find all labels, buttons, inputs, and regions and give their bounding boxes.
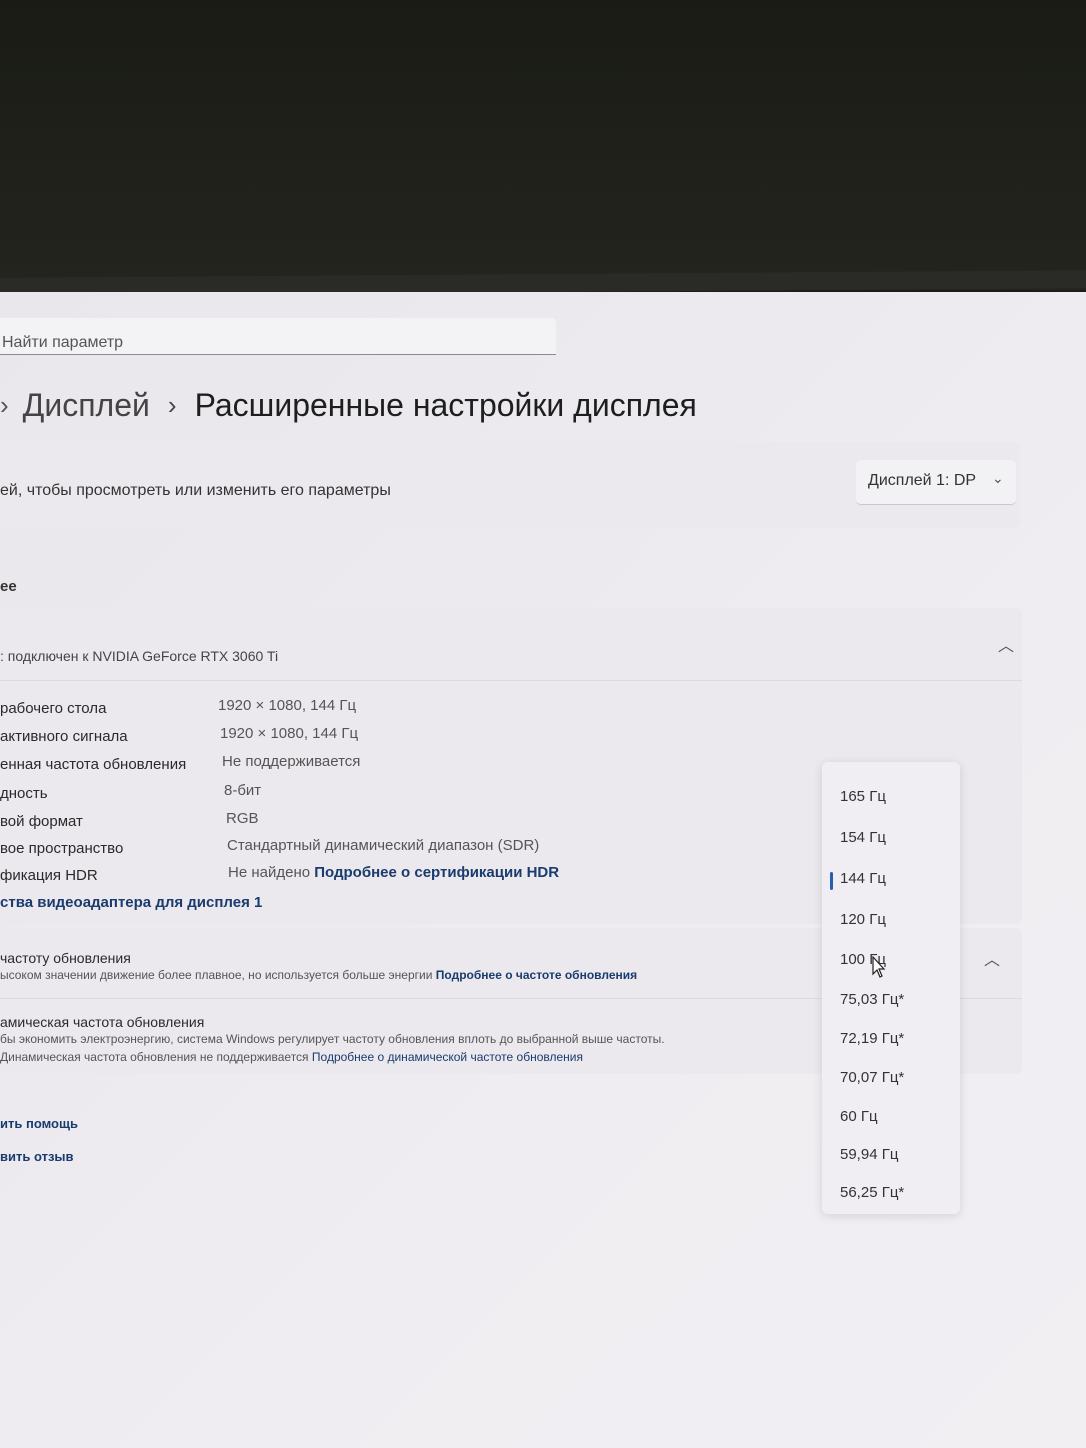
info-value: RGB [226,810,259,827]
info-label: рабочего стола [0,700,107,717]
breadcrumb-display-link[interactable]: Дисплей [23,387,150,424]
settings-window: Найти параметр › Дисплей › Расширенные н… [0,292,1086,1448]
info-label: вое пространство [0,840,124,857]
refresh-option[interactable]: 70,07 Гц* [840,1069,904,1086]
search-placeholder: Найти параметр [2,334,124,351]
display-select-card: ей, чтобы просмотреть или изменить его п… [0,442,1020,528]
section-heading: ее [0,578,17,595]
info-label: активного сигнала [0,728,128,745]
hdr-status: Не найдено [228,864,311,881]
refresh-option[interactable]: 75,03 Гц* [840,991,904,1008]
hdr-certification-link[interactable]: Подробнее о сертификации HDR [314,864,559,881]
info-value: 1920 × 1080, 144 Гц [220,725,359,742]
info-label: енная частота обновления [0,756,187,773]
chevron-right-icon: › [0,389,9,420]
monitor-bezel [0,0,1086,290]
chevron-right-icon: › [167,389,177,420]
dynamic-refresh-status: Динамическая частота обновления не подде… [0,1050,583,1064]
refresh-rate-title: частоту обновления [0,950,131,966]
give-feedback-link[interactable]: вить отзыв [0,1149,74,1164]
chevron-down-icon: ⌄ [992,470,1004,486]
refresh-option[interactable]: 165 Гц [840,788,886,805]
refresh-rate-description: ысоком значении движение более плавное, … [0,968,637,982]
mouse-cursor-icon [872,956,886,978]
breadcrumb: › Дисплей › Расширенные настройки диспле… [0,380,697,430]
dynamic-refresh-title: амическая частота обновления [0,1014,205,1030]
refresh-option[interactable]: 72,19 Гц* [840,1030,904,1047]
refresh-option[interactable]: 60 Гц [840,1108,878,1125]
get-help-link[interactable]: ить помощь [0,1116,78,1131]
refresh-rate-desc-text: ысоком значении движение более плавное, … [0,968,433,982]
refresh-rate-learn-more-link[interactable]: Подробнее о частоте обновления [436,968,637,982]
dynamic-refresh-description: бы экономить электроэнергию, система Win… [0,1032,665,1046]
info-value: Не найдено Подробнее о сертификации HDR [228,864,559,881]
selected-indicator [830,872,833,890]
dynamic-refresh-status-text: Динамическая частота обновления не подде… [0,1050,309,1064]
info-label: вой формат [0,813,83,830]
refresh-option[interactable]: 120 Гц [840,911,886,928]
display-select-description: ей, чтобы просмотреть или изменить его п… [0,482,391,499]
dynamic-refresh-learn-more-link[interactable]: Подробнее о динамической частоте обновле… [312,1050,583,1064]
display-dropdown-value: Дисплей 1: DP [868,472,977,489]
chevron-up-icon[interactable]: ︿ [998,632,1014,656]
page-title: Расширенные настройки дисплея [194,386,697,423]
refresh-option[interactable]: 154 Гц [840,829,886,846]
info-value: Стандартный динамический диапазон (SDR) [227,837,540,854]
display-dropdown[interactable]: Дисплей 1: DP ⌄ [856,460,1016,505]
divider [0,680,1022,681]
refresh-option[interactable]: 59,94 Гц [840,1146,898,1163]
chevron-up-icon[interactable]: ︿ [984,946,1000,970]
search-input[interactable]: Найти параметр [0,318,556,355]
info-value: Не поддерживается [222,753,361,770]
refresh-option-selected[interactable]: 144 Гц [840,870,886,887]
info-label: фикация HDR [0,867,98,884]
refresh-rate-dropdown-list: 165 Гц 154 Гц 144 Гц 120 Гц 100 Гц 75,03… [822,762,960,1214]
refresh-option[interactable]: 56,25 Гц* [840,1184,904,1201]
info-value: 8-бит [224,782,262,799]
info-value: 1920 × 1080, 144 Гц [218,697,357,714]
info-label: дность [0,785,48,802]
display-info-subtitle: : подключен к NVIDIA GeForce RTX 3060 Ti [0,648,279,664]
adapter-properties-link[interactable]: ства видеоадаптера для дисплея 1 [0,894,262,911]
